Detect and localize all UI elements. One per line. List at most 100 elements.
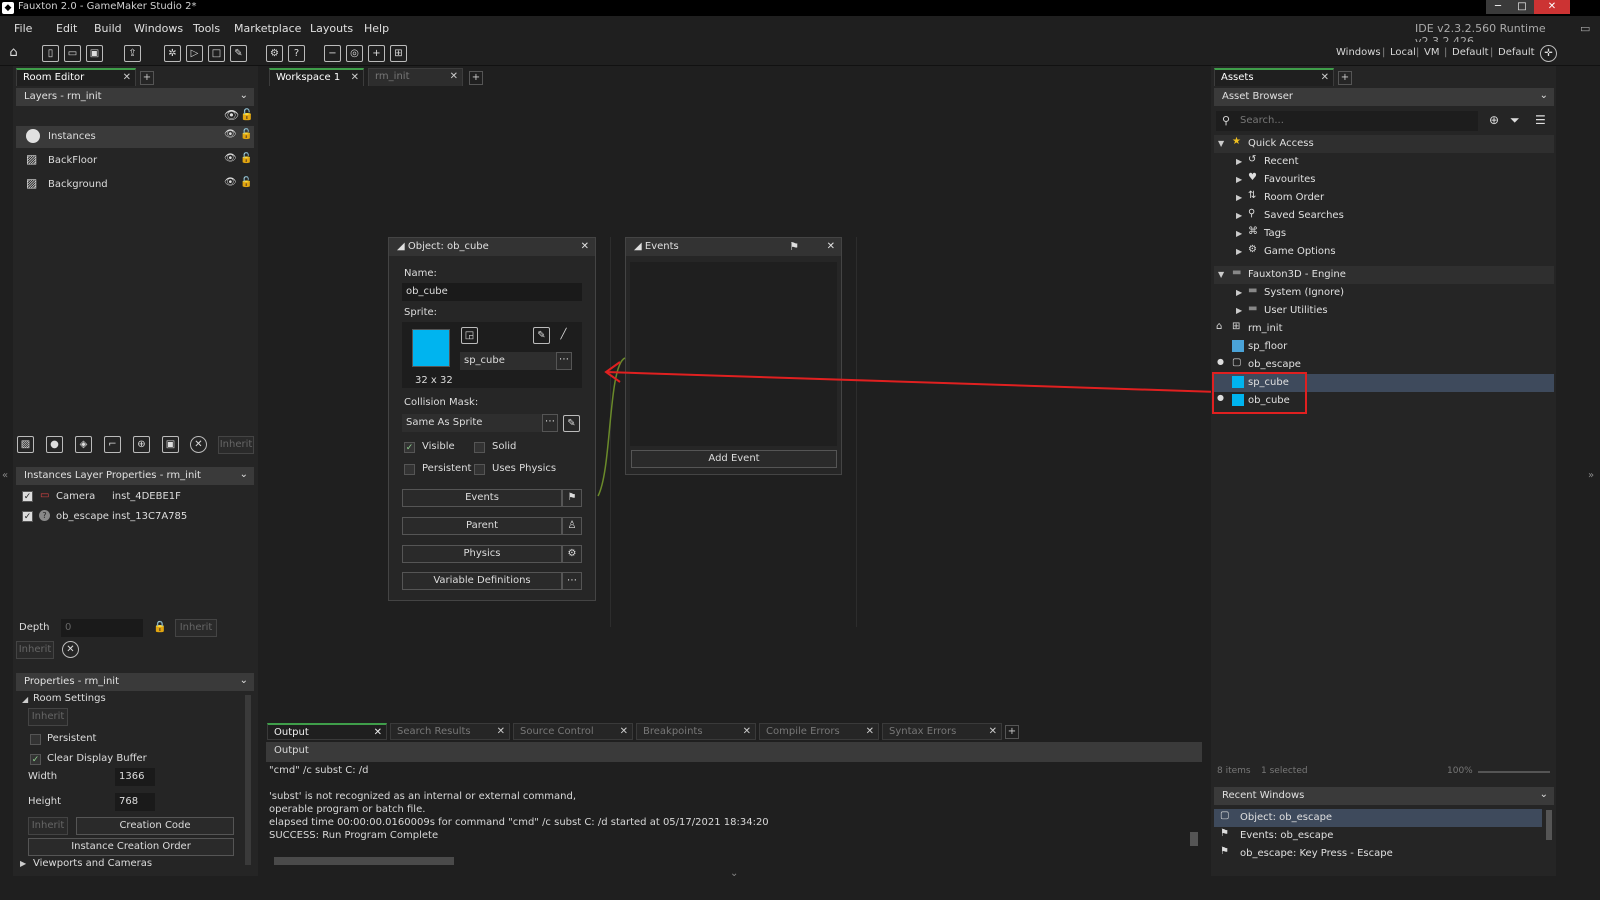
add-asset-layer-icon[interactable]: ◈	[75, 436, 92, 453]
add-instance-layer-icon[interactable]: ●	[46, 436, 63, 453]
filter-icon[interactable]: ⏷	[1510, 113, 1520, 128]
tree-item-game-options[interactable]: ▶ ⚙ Game Options	[1214, 243, 1554, 261]
minimize-button[interactable]: ─	[1486, 0, 1510, 14]
expand-icon[interactable]: ▶	[1236, 247, 1242, 256]
tab-source-control[interactable]: Source Control ✕	[513, 723, 633, 740]
close-icon[interactable]: ✕	[743, 726, 751, 737]
target-windows[interactable]: Windows	[1336, 47, 1381, 58]
tree-item-saved-searches[interactable]: ▶ ⚲ Saved Searches	[1214, 207, 1554, 225]
more-icon[interactable]: ⋯	[562, 572, 582, 590]
object-window-header[interactable]: ◢ Object: ob_cube ✕	[389, 238, 595, 256]
home-icon[interactable]: ⌂	[5, 45, 22, 62]
output-console[interactable]	[266, 762, 1202, 868]
expand-down-icon[interactable]: ⌄	[730, 868, 738, 879]
events-list[interactable]	[630, 262, 837, 446]
horizontal-scrollbar[interactable]	[274, 857, 454, 865]
close-icon[interactable]: ✕	[374, 727, 382, 738]
menu-windows[interactable]: Windows	[134, 22, 183, 35]
collapse-left-icon[interactable]: «	[2, 470, 8, 481]
settings-icon[interactable]: ⚙	[266, 45, 283, 62]
clear-display-checkbox[interactable]: ✓	[30, 754, 41, 765]
asset-rm-init[interactable]: ⌂ ⊞ rm_init	[1214, 320, 1554, 338]
edit-mask-icon[interactable]: ✎	[563, 415, 580, 432]
eye-icon[interactable]: 👁	[224, 108, 239, 122]
events-window-header[interactable]: ◢ Events ⚑ ✕	[626, 238, 841, 256]
target-default-2[interactable]: Default	[1498, 47, 1535, 58]
gear-icon[interactable]: ⚙	[562, 545, 582, 563]
layers-dropdown[interactable]: Layers - rm_init ⌄	[16, 88, 254, 106]
close-icon[interactable]: ✕	[1321, 72, 1329, 83]
tree-item-favourites[interactable]: ▶ ♥ Favourites	[1214, 171, 1554, 189]
zoom-out-icon[interactable]: −	[324, 45, 341, 62]
uses-physics-checkbox[interactable]	[474, 464, 485, 475]
brush-icon[interactable]: ╱	[555, 327, 572, 344]
tab-breakpoints[interactable]: Breakpoints ✕	[636, 723, 756, 740]
close-icon[interactable]: ✕	[620, 726, 628, 737]
run-icon[interactable]: ▷	[186, 45, 203, 62]
expanded-icon[interactable]: ▼	[1218, 139, 1224, 148]
expand-icon[interactable]: ▶	[1236, 306, 1242, 315]
persistent-checkbox[interactable]	[404, 464, 415, 475]
asset-browser-dropdown[interactable]: Asset Browser ⌄	[1214, 88, 1554, 106]
flag-icon[interactable]: ⚑	[789, 240, 799, 253]
tree-group-quick-access[interactable]: ▼ ★ Quick Access	[1214, 135, 1554, 153]
close-icon[interactable]: ✕	[866, 726, 874, 737]
inherit-button[interactable]: Inherit	[28, 817, 68, 835]
close-icon[interactable]: ✕	[450, 71, 458, 82]
add-tab-button[interactable]: +	[1338, 71, 1352, 85]
add-asset-icon[interactable]: ⊕	[1489, 113, 1499, 127]
close-icon[interactable]: ✕	[351, 72, 359, 83]
add-output-tab-button[interactable]: +	[1005, 725, 1019, 739]
scrollbar[interactable]	[1546, 810, 1552, 840]
lock-icon[interactable]: 🔒	[153, 620, 167, 633]
close-icon[interactable]: ✕	[827, 241, 835, 252]
parent-button[interactable]: Parent	[402, 517, 562, 535]
instances-properties-dropdown[interactable]: Instances Layer Properties - rm_init ⌄	[16, 467, 254, 485]
tree-group-engine[interactable]: ▼ ▬ Fauxton3D - Engine	[1214, 266, 1554, 284]
tab-assets[interactable]: Assets ✕	[1214, 68, 1334, 86]
close-icon[interactable]: ✕	[989, 726, 997, 737]
lock-icon[interactable]: 🔓	[240, 129, 252, 140]
close-icon[interactable]: ✕	[497, 726, 505, 737]
flag-icon[interactable]: ⚑	[562, 489, 582, 507]
physics-button[interactable]: Physics	[402, 545, 562, 563]
tree-item-recent[interactable]: ▶ ↺ Recent	[1214, 153, 1554, 171]
creation-code-button[interactable]: Creation Code	[76, 817, 234, 835]
events-button[interactable]: Events	[402, 489, 562, 507]
add-path-layer-icon[interactable]: ⌐	[104, 436, 121, 453]
asset-search-input[interactable]: ⚲ Search...	[1216, 111, 1478, 131]
clean-icon[interactable]: ✎	[230, 45, 247, 62]
collapse-right-icon[interactable]: »	[1588, 470, 1594, 481]
recent-window-item[interactable]: ⚑ ob_escape: Key Press - Escape	[1214, 845, 1542, 863]
save-icon[interactable]: ▣	[86, 45, 103, 62]
edit-sprite-icon[interactable]: ✎	[533, 327, 550, 344]
expand-icon[interactable]: ▶	[1236, 175, 1242, 184]
sprite-browse-button[interactable]: ⋯	[556, 352, 572, 370]
target-local[interactable]: Local	[1390, 47, 1416, 58]
maximize-button[interactable]: □	[1510, 0, 1534, 14]
expand-icon[interactable]: ▶	[1236, 211, 1242, 220]
tab-output[interactable]: Output ✕	[267, 723, 387, 740]
layer-row-instances[interactable]: Instances 👁 🔓	[16, 126, 254, 148]
expand-icon[interactable]: ▶	[1236, 193, 1242, 202]
inherit-button[interactable]: Inherit	[175, 619, 217, 637]
target-vm[interactable]: VM	[1424, 47, 1439, 58]
collision-browse-button[interactable]: ⋯	[542, 414, 558, 432]
sprite-select[interactable]: sp_cube	[460, 352, 556, 370]
new-sprite-icon[interactable]: ◲	[461, 327, 478, 344]
solid-checkbox[interactable]	[474, 442, 485, 453]
collapse-icon[interactable]: ◢	[634, 241, 645, 252]
help-icon[interactable]: ?	[288, 45, 305, 62]
add-event-button[interactable]: Add Event	[631, 450, 837, 468]
scrollbar[interactable]	[245, 695, 251, 865]
menu-build[interactable]: Build	[94, 22, 122, 35]
eye-icon[interactable]: 👁	[224, 129, 237, 140]
lock-icon[interactable]: 🔓	[240, 177, 252, 188]
menu-marketplace[interactable]: Marketplace	[234, 22, 301, 35]
target-default-1[interactable]: Default	[1452, 47, 1489, 58]
add-tile-layer-icon[interactable]: ⊕	[133, 436, 150, 453]
instance-row[interactable]: ✓ ? ob_escape inst_13C7A785	[16, 508, 254, 530]
collapse-icon[interactable]: ◢	[397, 241, 408, 252]
width-input[interactable]: 1366	[115, 768, 155, 786]
menu-help[interactable]: Help	[364, 22, 389, 35]
